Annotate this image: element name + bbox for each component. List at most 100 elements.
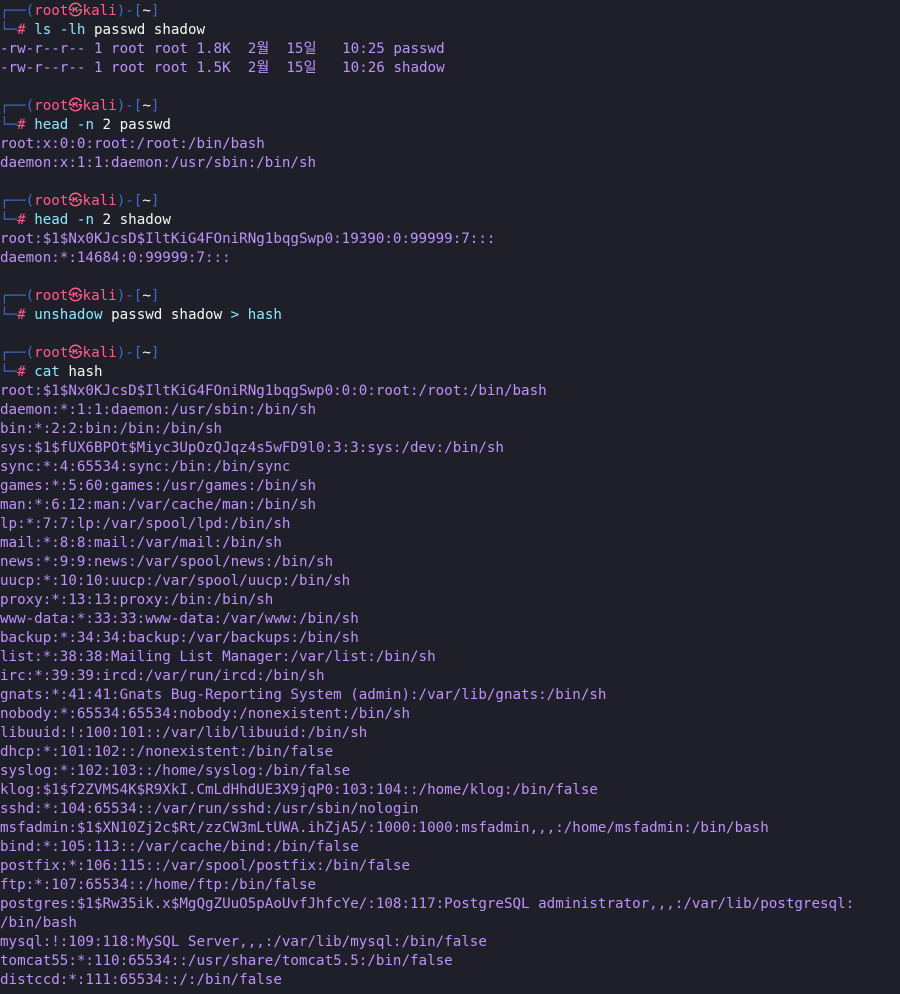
output-line: daemon:x:1:1:daemon:/usr/sbin:/bin/sh: [0, 155, 317, 171]
output-line: msfadmin:$1$XN10Zj2c$Rt/zzCW3mLtUWA.ihZj…: [0, 820, 769, 836]
prompt-header: ┌──(root㉿kali)-[~]: [0, 97, 900, 116]
output-line: postgres:$1$Rw35ik.x$MgQgZUuO5pAoUvfJhfc…: [0, 896, 855, 912]
output-line: news:*:9:9:news:/var/spool/news:/bin/sh: [0, 554, 334, 570]
command-option: -n: [76, 212, 94, 228]
prompt-frame-right: ]: [150, 288, 160, 304]
command-line: └─# head -n 2 passwd: [0, 116, 900, 135]
prompt-frame-mid: )-[: [116, 345, 143, 361]
output-line: root:x:0:0:root:/root:/bin/bash: [0, 136, 265, 152]
prompt-header: ┌──(root㉿kali)-[~]: [0, 2, 900, 21]
output-line: -rw-r--r-- 1 root root 1.5K 2월 15일 10:26…: [0, 60, 445, 76]
prompt-frame-left: ┌──(: [0, 288, 35, 304]
prompt-header: ┌──(root㉿kali)-[~]: [0, 192, 900, 211]
prompt-frame-bottom: └─: [0, 364, 18, 380]
prompt-user: root: [34, 3, 69, 19]
prompt-symbol: #: [17, 117, 26, 133]
prompt-dir: ~: [142, 288, 151, 304]
prompt-frame-right: ]: [150, 3, 160, 19]
prompt-frame-left: ┌──(: [0, 3, 35, 19]
command-args: 2 shadow: [102, 212, 171, 228]
output-line: -rw-r--r-- 1 root root 1.8K 2월 15일 10:25…: [0, 41, 445, 57]
prompt-host: kali: [82, 193, 117, 209]
output-line: daemon:*:14684:0:99999:7:::: [0, 250, 231, 266]
prompt-header: ┌──(root㉿kali)-[~]: [0, 287, 900, 306]
prompt-frame-bottom: └─: [0, 212, 18, 228]
prompt-frame-mid: )-[: [116, 3, 143, 19]
prompt-symbol: #: [17, 307, 26, 323]
command-line: └─# cat hash: [0, 363, 900, 382]
prompt-at-icon: ㉿: [68, 3, 83, 19]
prompt-user: root: [34, 193, 69, 209]
command-name: ls: [34, 22, 52, 38]
command-name: head: [34, 117, 69, 133]
command-args: 2 passwd: [102, 117, 171, 133]
prompt-frame-bottom: └─: [0, 117, 18, 133]
output-line: list:*:38:38:Mailing List Manager:/var/l…: [0, 649, 436, 665]
prompt-frame-bottom: └─: [0, 307, 18, 323]
command-line: └─# head -n 2 shadow: [0, 211, 900, 230]
command-redirect: >: [230, 307, 240, 323]
command-line: └─# ls -lh passwd shadow: [0, 21, 900, 40]
command-option: -lh: [59, 22, 86, 38]
command-line: └─# unshadow passwd shadow > hash: [0, 306, 900, 325]
prompt-symbol: #: [17, 212, 26, 228]
output-line: root:$1$Nx0KJcsD$IltKiG4FOniRNg1bqgSwp0:…: [0, 231, 496, 247]
output-line: games:*:5:60:games:/usr/games:/bin/sh: [0, 478, 317, 494]
output-line: man:*:6:12:man:/var/cache/man:/bin/sh: [0, 497, 317, 513]
output-line: mail:*:8:8:mail:/var/mail:/bin/sh: [0, 535, 282, 551]
output-line: syslog:*:102:103::/home/syslog:/bin/fals…: [0, 763, 351, 779]
output-line: backup:*:34:34:backup:/var/backups:/bin/…: [0, 630, 359, 646]
output-line: uucp:*:10:10:uucp:/var/spool/uucp:/bin/s…: [0, 573, 351, 589]
prompt-frame-mid: )-[: [116, 288, 143, 304]
output-line: distccd:*:111:65534::/:/bin/false: [0, 972, 282, 988]
prompt-user: root: [34, 98, 69, 114]
output-line: lp:*:7:7:lp:/var/spool/lpd:/bin/sh: [0, 516, 291, 532]
output-line: www-data:*:33:33:www-data:/var/www:/bin/…: [0, 611, 359, 627]
output-line: libuuid:!:100:101::/var/lib/libuuid:/bin…: [0, 725, 368, 741]
command-args: passwd shadow: [94, 22, 206, 38]
prompt-header: ┌──(root㉿kali)-[~]: [0, 344, 900, 363]
prompt-at-icon: ㉿: [68, 288, 83, 304]
output-line: daemon:*:1:1:daemon:/usr/sbin:/bin/sh: [0, 402, 317, 418]
output-line: sshd:*:104:65534::/var/run/sshd:/usr/sbi…: [0, 801, 419, 817]
prompt-dir: ~: [142, 345, 151, 361]
prompt-dir: ~: [142, 98, 151, 114]
prompt-host: kali: [82, 288, 117, 304]
output-line: sys:$1$fUX6BPOt$Miyc3UpOzQJqz4s5wFD9l0:3…: [0, 440, 504, 456]
output-line: irc:*:39:39:ircd:/var/run/ircd:/bin/sh: [0, 668, 325, 684]
prompt-at-icon: ㉿: [68, 193, 83, 209]
output-line: proxy:*:13:13:proxy:/bin:/bin/sh: [0, 592, 274, 608]
command-name: head: [34, 212, 69, 228]
output-line: root:$1$Nx0KJcsD$IltKiG4FOniRNg1bqgSwp0:…: [0, 383, 547, 399]
prompt-frame-mid: )-[: [116, 98, 143, 114]
command-option: -n: [76, 117, 94, 133]
prompt-at-icon: ㉿: [68, 98, 83, 114]
prompt-dir: ~: [142, 193, 151, 209]
prompt-host: kali: [82, 3, 117, 19]
terminal-window[interactable]: ┌──(root㉿kali)-[~] └─# ls -lh passwd shad…: [0, 2, 900, 990]
command-redirect-target: hash: [247, 307, 282, 323]
command-name: cat: [34, 364, 60, 380]
output-line: mysql:!:109:118:MySQL Server,,,:/var/lib…: [0, 934, 487, 950]
prompt-at-icon: ㉿: [68, 345, 83, 361]
output-line: nobody:*:65534:65534:nobody:/nonexistent…: [0, 706, 410, 722]
prompt-frame-mid: )-[: [116, 193, 143, 209]
prompt-dir: ~: [142, 3, 151, 19]
output-line: ftp:*:107:65534::/home/ftp:/bin/false: [0, 877, 317, 893]
prompt-user: root: [34, 345, 69, 361]
prompt-frame-left: ┌──(: [0, 193, 35, 209]
output-line: klog:$1$f2ZVMS4K$R9XkI.CmLdHhdUE3X9jqP0:…: [0, 782, 598, 798]
output-line: postfix:*:106:115::/var/spool/postfix:/b…: [0, 858, 410, 874]
command-args: passwd shadow: [111, 307, 223, 323]
prompt-frame-left: ┌──(: [0, 98, 35, 114]
prompt-user: root: [34, 288, 69, 304]
prompt-symbol: #: [17, 22, 26, 38]
prompt-frame-right: ]: [150, 193, 160, 209]
prompt-host: kali: [82, 98, 117, 114]
command-name: unshadow: [34, 307, 103, 323]
output-line: sync:*:4:65534:sync:/bin:/bin/sync: [0, 459, 291, 475]
